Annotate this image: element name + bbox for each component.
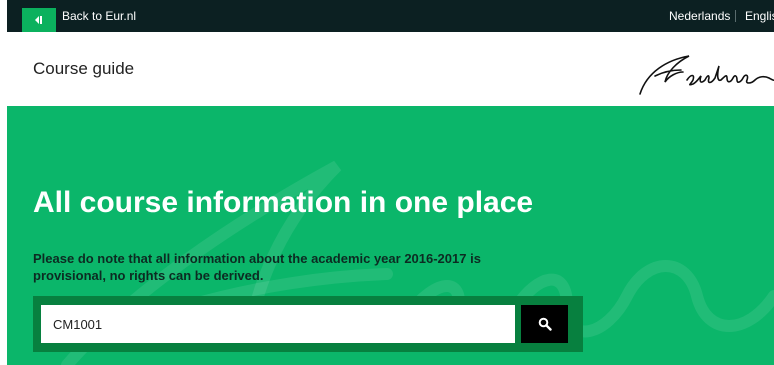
search-icon bbox=[538, 317, 552, 331]
back-button[interactable] bbox=[22, 8, 56, 32]
language-nederlands-link[interactable]: Nederlands bbox=[669, 9, 730, 23]
language-divider bbox=[735, 10, 736, 22]
search-bar bbox=[33, 296, 583, 352]
site-header: Course guide bbox=[7, 32, 774, 106]
hero-banner: All course information in one place Plea… bbox=[7, 106, 774, 365]
top-bar: Back to Eur.nl Nederlands English bbox=[7, 0, 774, 32]
provisional-notice: Please do note that all information abou… bbox=[33, 251, 481, 283]
back-arrow-icon bbox=[35, 16, 42, 24]
course-search-input[interactable] bbox=[41, 305, 515, 343]
language-english-link[interactable]: English bbox=[745, 9, 774, 23]
erasmus-logo[interactable] bbox=[637, 42, 774, 102]
search-button[interactable] bbox=[521, 305, 568, 343]
back-to-eur-link[interactable]: Back to Eur.nl bbox=[62, 9, 136, 23]
site-title[interactable]: Course guide bbox=[33, 59, 134, 79]
hero-title: All course information in one place bbox=[33, 186, 534, 219]
